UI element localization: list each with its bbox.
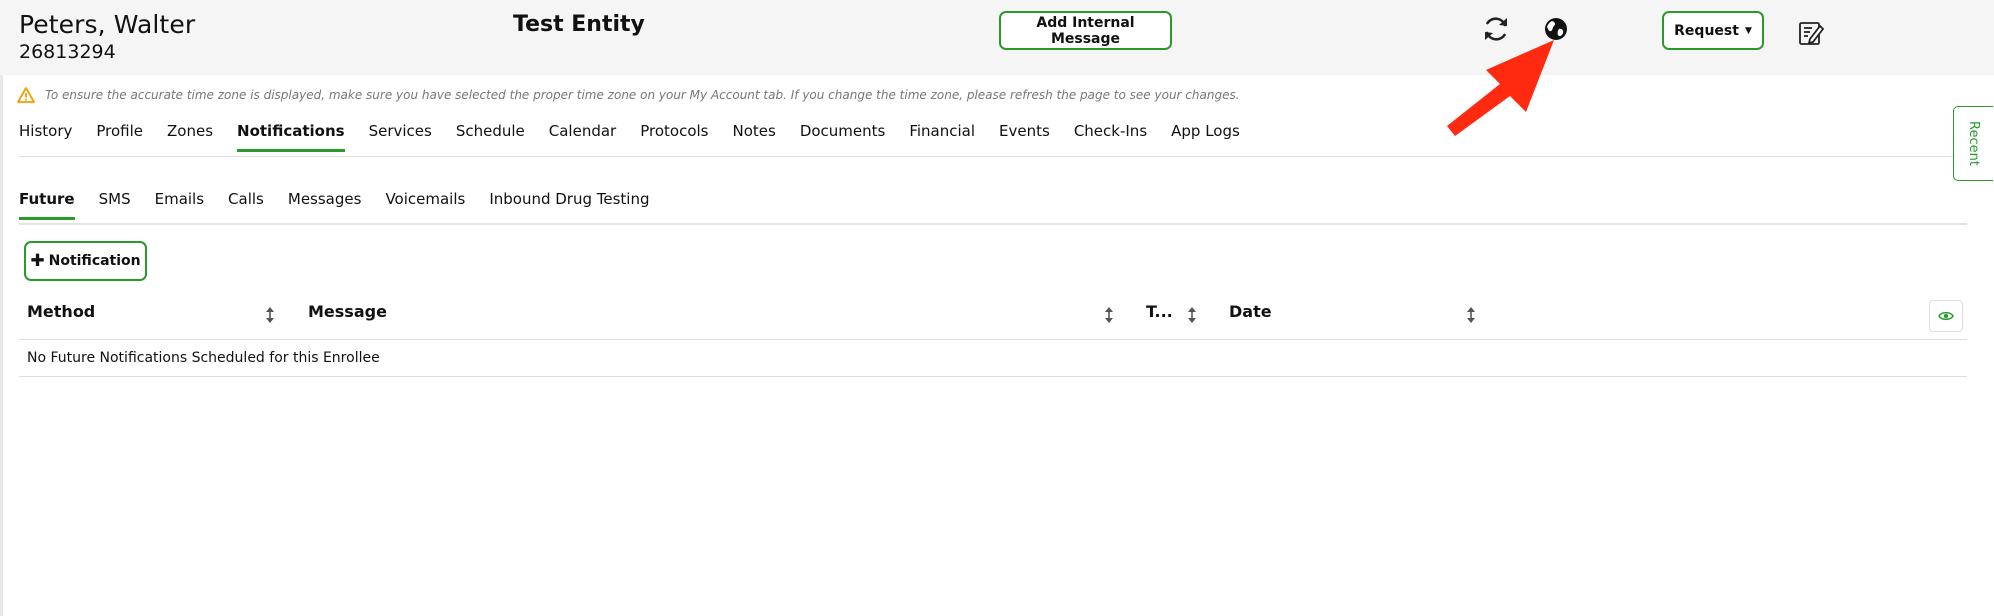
entity-name: Test Entity	[513, 12, 645, 37]
tab-schedule[interactable]: Schedule	[456, 122, 525, 152]
main-tabs: History Profile Zones Notifications Serv…	[19, 122, 1264, 156]
plus-icon: ✚	[30, 251, 45, 271]
tab-events[interactable]: Events	[999, 122, 1050, 152]
tab-app-logs[interactable]: App Logs	[1171, 122, 1240, 152]
sub-tabs: Future SMS Emails Calls Messages Voicema…	[19, 190, 674, 224]
tab-notifications[interactable]: Notifications	[237, 122, 345, 152]
tab-financial[interactable]: Financial	[909, 122, 975, 152]
page-header: Peters, Walter 26813294 Test Entity Add …	[0, 0, 1994, 75]
tab-notes[interactable]: Notes	[732, 122, 775, 152]
subtab-voicemails[interactable]: Voicemails	[385, 190, 465, 220]
eye-icon	[1938, 311, 1954, 321]
request-dropdown-button[interactable]: Request ▼	[1662, 11, 1764, 50]
add-notification-label: Notification	[48, 253, 141, 269]
refresh-icon[interactable]	[1481, 14, 1511, 44]
sort-icon[interactable]	[1104, 306, 1114, 324]
enrollee-id: 26813294	[19, 41, 116, 63]
subtab-emails[interactable]: Emails	[155, 190, 204, 220]
recent-side-tab[interactable]: Recent	[1953, 106, 1993, 181]
subtab-sms[interactable]: SMS	[99, 190, 131, 220]
tab-profile[interactable]: Profile	[96, 122, 143, 152]
warning-icon	[17, 87, 35, 103]
caret-down-icon: ▼	[1744, 25, 1752, 36]
sort-icon[interactable]	[1466, 306, 1476, 324]
subtab-future[interactable]: Future	[19, 190, 75, 220]
subtab-calls[interactable]: Calls	[228, 190, 264, 220]
sub-tabs-divider	[19, 223, 1967, 225]
timezone-banner: To ensure the accurate time zone is disp…	[17, 86, 1240, 104]
globe-icon[interactable]	[1542, 15, 1570, 43]
recent-label: Recent	[1966, 121, 1981, 166]
empty-table-message: No Future Notifications Scheduled for th…	[27, 350, 380, 366]
sort-icon[interactable]	[265, 306, 275, 324]
sort-icon[interactable]	[1187, 306, 1197, 324]
tab-calendar[interactable]: Calendar	[549, 122, 616, 152]
left-edge	[0, 0, 3, 616]
table-row-divider	[19, 376, 1967, 377]
main-tabs-divider	[19, 156, 1967, 157]
column-date[interactable]: Date	[1229, 302, 1272, 321]
tab-services[interactable]: Services	[369, 122, 432, 152]
column-message[interactable]: Message	[308, 302, 387, 321]
notifications-table-header: Method Message T... Date	[19, 300, 1967, 340]
tab-check-ins[interactable]: Check-Ins	[1074, 122, 1147, 152]
tab-protocols[interactable]: Protocols	[640, 122, 708, 152]
column-method[interactable]: Method	[27, 302, 95, 321]
table-header-divider	[19, 339, 1967, 340]
timezone-notice: To ensure the accurate time zone is disp…	[45, 88, 1240, 102]
tab-documents[interactable]: Documents	[800, 122, 886, 152]
request-button-label: Request	[1674, 22, 1739, 39]
column-visibility-button[interactable]	[1929, 300, 1963, 332]
add-internal-message-button[interactable]: Add Internal Message	[999, 11, 1172, 50]
subtab-inbound-drug-testing[interactable]: Inbound Drug Testing	[489, 190, 649, 220]
subtab-messages[interactable]: Messages	[288, 190, 362, 220]
tab-history[interactable]: History	[19, 122, 72, 152]
notes-edit-icon[interactable]	[1797, 19, 1825, 47]
column-type[interactable]: T...	[1146, 302, 1173, 321]
tab-zones[interactable]: Zones	[167, 122, 213, 152]
add-notification-button[interactable]: ✚ Notification	[24, 241, 147, 281]
enrollee-name: Peters, Walter	[19, 10, 196, 39]
